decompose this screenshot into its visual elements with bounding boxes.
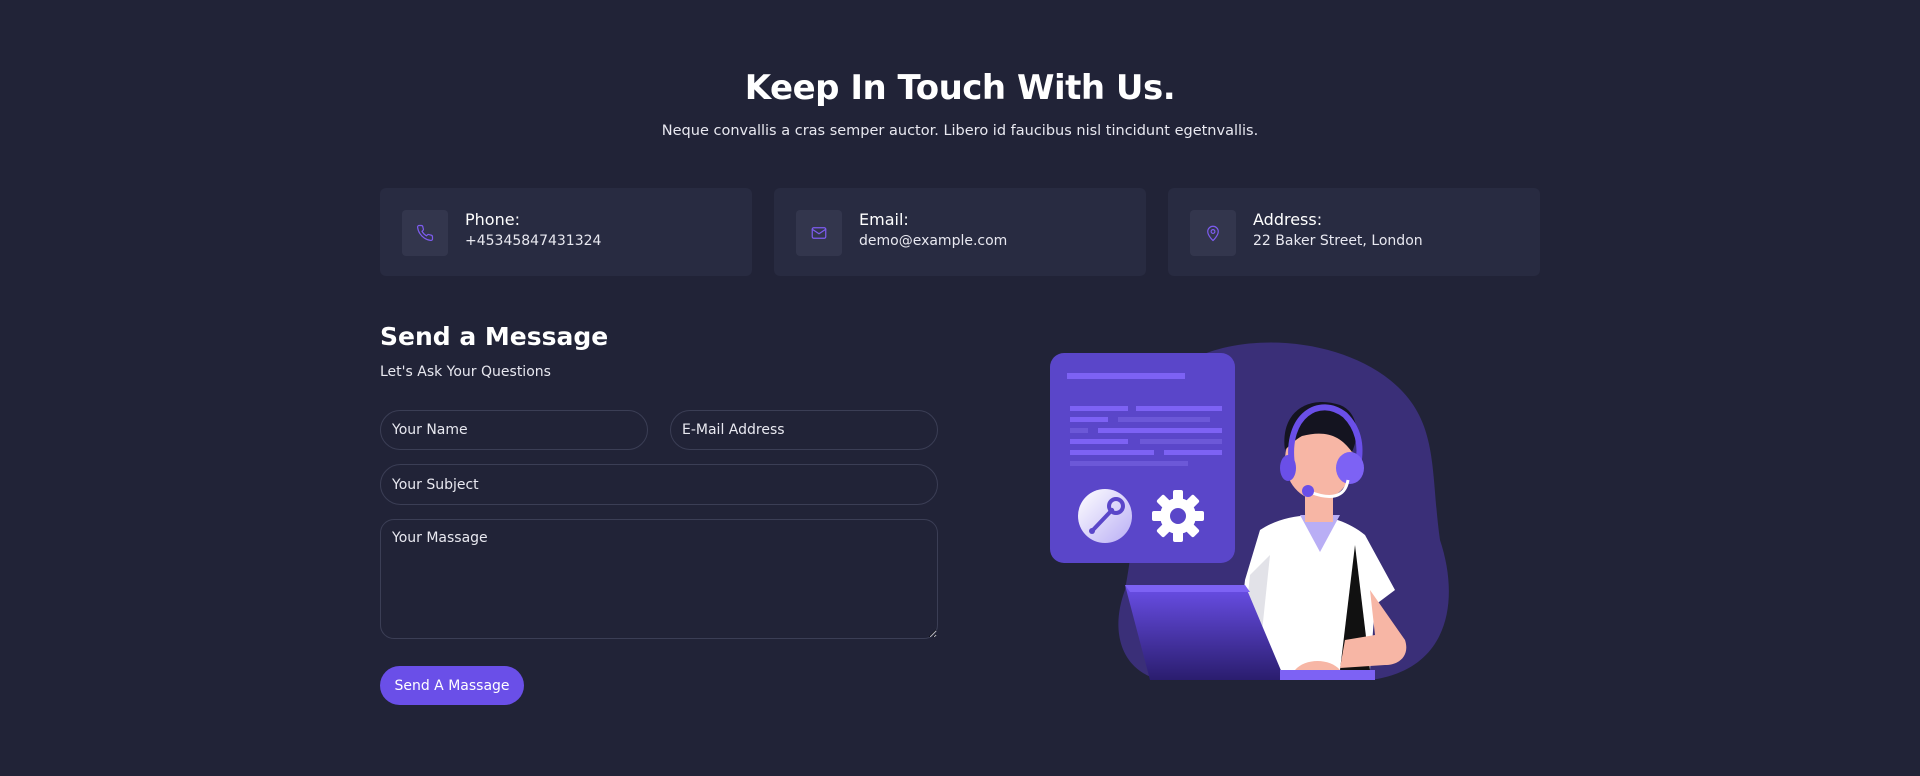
contact-card-value: 22 Baker Street, London [1253, 233, 1423, 249]
form-title: Send a Message [380, 322, 609, 351]
contact-card-label: Phone: [465, 210, 520, 229]
email-input[interactable] [670, 410, 938, 450]
phone-icon [402, 210, 448, 256]
contact-card-value: +45345847431324 [465, 233, 602, 249]
customer-support-illustration [1040, 340, 1480, 684]
send-message-button[interactable]: Send A Massage [380, 666, 524, 705]
name-input[interactable] [380, 410, 648, 450]
gear-icon [1152, 490, 1204, 542]
mail-icon [796, 210, 842, 256]
location-pin-icon [1190, 210, 1236, 256]
contact-page: Keep In Touch With Us. Neque convallis a… [0, 0, 1920, 776]
form-subtitle: Let's Ask Your Questions [380, 364, 551, 380]
contact-card-label: Address: [1253, 210, 1323, 229]
page-subtitle: Neque convallis a cras semper auctor. Li… [661, 123, 1259, 139]
page-title: Keep In Touch With Us. [744, 68, 1176, 108]
contact-card-phone: Phone: +45345847431324 [380, 188, 752, 276]
message-textarea[interactable] [380, 519, 938, 639]
contact-card-email: Email: demo@example.com [774, 188, 1146, 276]
contact-card-label: Email: [859, 210, 909, 229]
document-panel [1050, 353, 1235, 563]
contact-card-value: demo@example.com [859, 233, 1008, 249]
subject-input[interactable] [380, 464, 938, 505]
contact-card-address: Address: 22 Baker Street, London [1168, 188, 1540, 276]
